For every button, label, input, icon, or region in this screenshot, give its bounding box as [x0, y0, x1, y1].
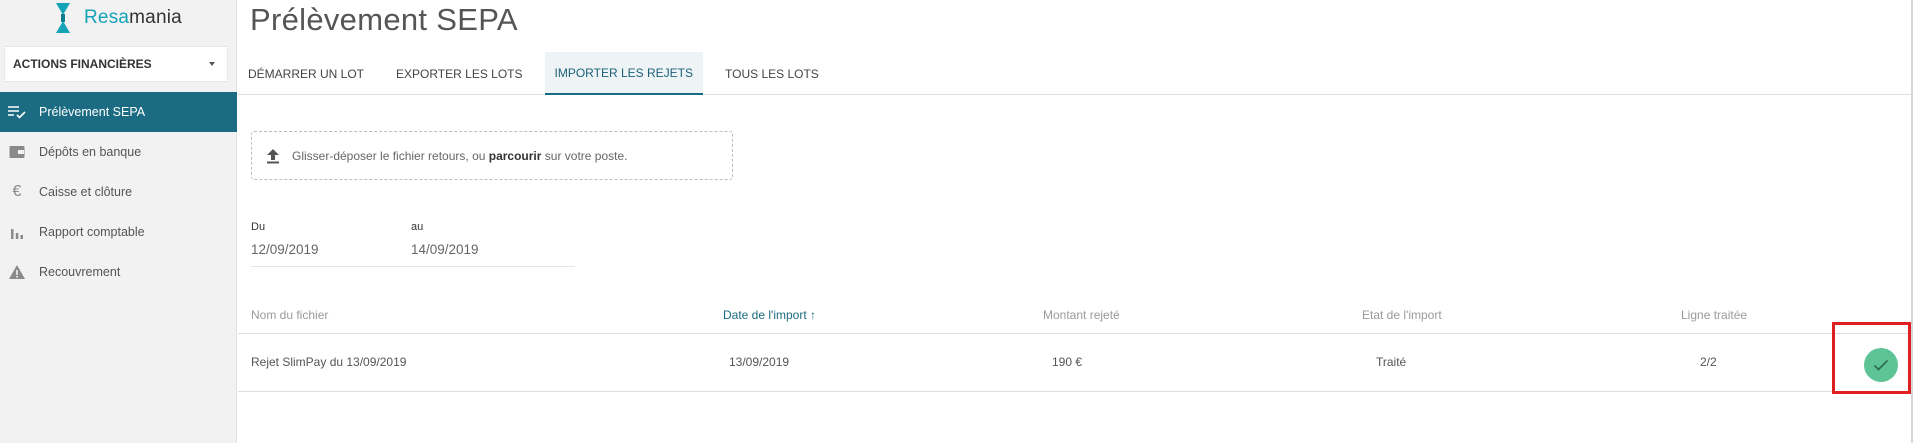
wallet-icon — [7, 142, 27, 162]
caret-down-icon — [209, 62, 215, 66]
euro-icon: € — [12, 183, 22, 200]
file-dropzone[interactable]: Glisser-déposer le fichier retours, ou p… — [251, 131, 733, 180]
browse-link[interactable]: parcourir — [489, 149, 542, 163]
sidebar-item-label: Caisse et clôture — [39, 185, 133, 199]
sidebar-item-rapport-comptable[interactable]: Rapport comptable — [0, 212, 237, 252]
resamania-logo[interactable]: Resamania — [52, 0, 182, 36]
tab-tous-les-lots[interactable]: TOUS LES LOTS — [715, 52, 829, 95]
sidebar-item-label: Recouvrement — [39, 265, 121, 279]
sidebar-item-caisse-et-cloture[interactable]: € Caisse et clôture — [0, 172, 237, 212]
highlight-box — [1832, 322, 1911, 394]
date-from-label: Du — [251, 221, 266, 233]
check-icon — [1873, 359, 1889, 371]
sidebar-item-label: Rapport comptable — [39, 225, 145, 239]
column-header-state[interactable]: Etat de l'import — [1362, 308, 1442, 322]
table-row[interactable]: Rejet SlimPay du 13/09/2019 13/09/2019 1… — [238, 334, 1913, 392]
sidebar-item-label: Prélèvement SEPA — [39, 105, 146, 119]
cell-state: Traité — [1376, 355, 1407, 369]
main-content: Prélèvement SEPA DÉMARRER UN LOT EXPORTE… — [238, 0, 1913, 443]
section-dropdown-label: ACTIONS FINANCIÈRES — [13, 57, 152, 71]
sidebar-item-prelevement-sepa[interactable]: Prélèvement SEPA — [0, 92, 237, 132]
dropzone-text-after: sur votre poste. — [541, 148, 628, 163]
tab-demarrer-un-lot[interactable]: DÉMARRER UN LOT — [238, 52, 374, 95]
sidebar-item-depots-en-banque[interactable]: Dépôts en banque — [0, 132, 237, 172]
warning-icon — [7, 262, 27, 282]
sidebar-nav: Prélèvement SEPA Dépôts en banque € Cais… — [0, 92, 237, 292]
upload-icon — [267, 148, 279, 163]
cell-import-date: 13/09/2019 — [729, 355, 790, 369]
sidebar: Resamania ACTIONS FINANCIÈRES Prélèvemen… — [0, 0, 237, 443]
success-status-button[interactable] — [1864, 348, 1898, 382]
column-header-lines[interactable]: Ligne traitée — [1681, 308, 1747, 322]
section-dropdown[interactable]: ACTIONS FINANCIÈRES — [4, 46, 228, 82]
cell-lines: 2/2 — [1700, 355, 1717, 369]
dropzone-text: Glisser-déposer le fichier retours, ou — [292, 148, 489, 163]
column-header-amount[interactable]: Montant rejeté — [1043, 308, 1120, 322]
tab-exporter-les-lots[interactable]: EXPORTER LES LOTS — [386, 52, 533, 95]
date-from-value[interactable]: 12/09/2019 — [251, 242, 319, 257]
rejects-table: Nom du fichier Date de l'import ↑ Montan… — [238, 298, 1913, 392]
cell-file: Rejet SlimPay du 13/09/2019 — [251, 355, 407, 369]
table-header: Nom du fichier Date de l'import ↑ Montan… — [238, 298, 1913, 334]
sidebar-item-label: Dépôts en banque — [39, 145, 142, 159]
page-title: Prélèvement SEPA — [250, 2, 518, 37]
date-to-value[interactable]: 14/09/2019 — [411, 242, 479, 257]
date-divider — [251, 266, 575, 267]
resamania-logo-icon — [56, 3, 70, 33]
date-to-label: au — [411, 221, 424, 233]
logo-text: Resamania — [84, 7, 182, 28]
sidebar-item-recouvrement[interactable]: Recouvrement — [0, 252, 237, 292]
column-header-import-date[interactable]: Date de l'import ↑ — [723, 308, 816, 322]
bar-chart-icon — [7, 222, 27, 242]
cell-amount: 190 € — [1052, 355, 1083, 369]
date-from-field[interactable]: Du 12/09/2019 — [251, 221, 319, 257]
tab-importer-les-rejets[interactable]: IMPORTER LES REJETS — [544, 52, 703, 95]
tab-bar: DÉMARRER UN LOT EXPORTER LES LOTS IMPORT… — [238, 52, 1913, 95]
checklist-icon — [7, 102, 27, 122]
column-header-file[interactable]: Nom du fichier — [251, 308, 328, 322]
date-to-field[interactable]: au 14/09/2019 — [411, 221, 479, 257]
